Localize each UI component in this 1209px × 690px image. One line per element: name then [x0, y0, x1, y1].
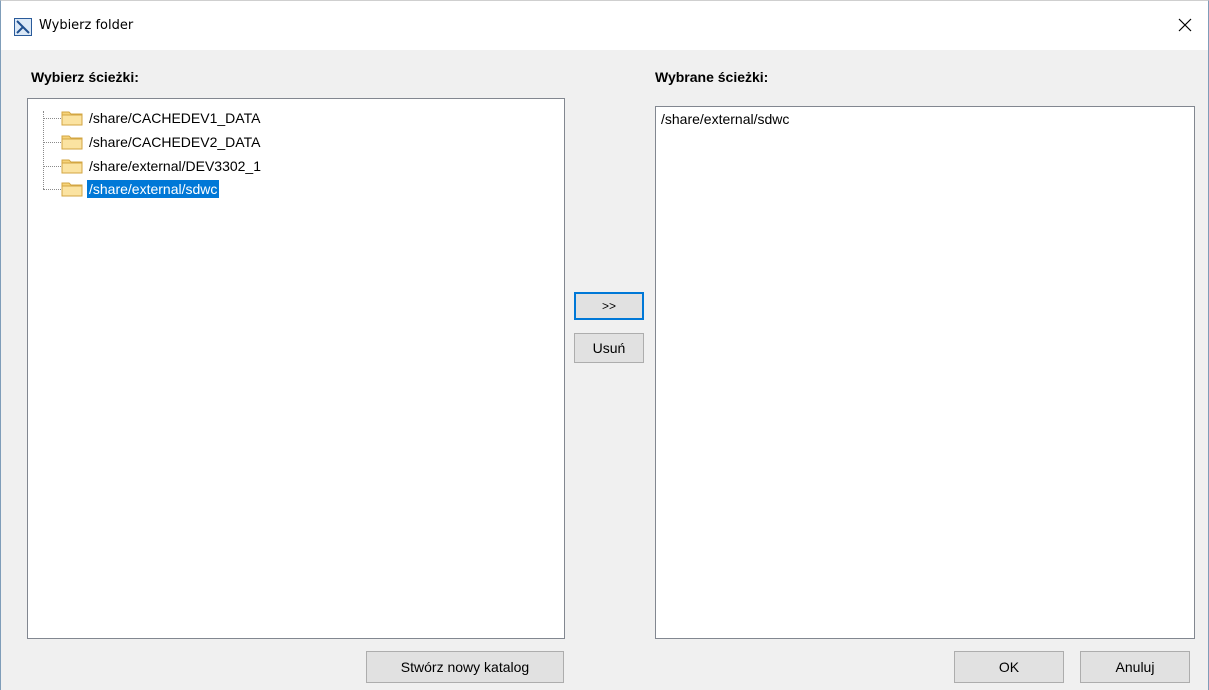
cancel-button[interactable]: Anuluj [1080, 651, 1190, 683]
dialog-content: Wybierz ścieżki: /share/CACHEDEV1_DATA /… [1, 50, 1208, 690]
tree-item[interactable]: /share/external/DEV3302_1 [61, 155, 263, 177]
remove-path-button[interactable]: Usuń [574, 333, 644, 363]
tree-line [43, 166, 61, 167]
selected-paths-list[interactable]: /share/external/sdwc [655, 106, 1195, 639]
list-item[interactable]: /share/external/sdwc [661, 111, 789, 127]
tree-item-label[interactable]: /share/external/DEV3302_1 [87, 157, 263, 175]
folder-icon [61, 134, 83, 150]
add-path-button[interactable]: >> [574, 292, 644, 320]
window-title: Wybierz folder [39, 18, 134, 33]
tree-item[interactable]: /share/CACHEDEV1_DATA [61, 107, 262, 129]
tree-item-label[interactable]: /share/CACHEDEV2_DATA [87, 133, 262, 151]
tree-item-label[interactable]: /share/external/sdwc [87, 180, 220, 198]
folder-icon [61, 110, 83, 126]
tree-item-label[interactable]: /share/CACHEDEV1_DATA [87, 109, 262, 127]
close-icon[interactable] [1178, 18, 1192, 32]
select-paths-label: Wybierz ścieżki: [31, 69, 139, 85]
folder-tree[interactable]: /share/CACHEDEV1_DATA /share/CACHEDEV2_D… [27, 98, 565, 639]
tree-line [43, 111, 44, 189]
tree-line [43, 142, 61, 143]
folder-icon [61, 181, 83, 197]
tree-item-selected[interactable]: /share/external/sdwc [61, 178, 220, 200]
create-folder-button[interactable]: Stwórz nowy katalog [366, 651, 564, 683]
tree-item[interactable]: /share/CACHEDEV2_DATA [61, 131, 262, 153]
tree-line [43, 189, 61, 190]
dialog-window: Wybierz folder Wybierz ścieżki: /share/C… [0, 0, 1209, 690]
selected-paths-label: Wybrane ścieżki: [655, 69, 769, 85]
close-button[interactable] [1162, 1, 1208, 50]
folder-icon [61, 158, 83, 174]
title-bar: Wybierz folder [1, 1, 1208, 50]
tree-line [43, 118, 61, 119]
app-icon [14, 18, 32, 36]
ok-button[interactable]: OK [954, 651, 1064, 683]
